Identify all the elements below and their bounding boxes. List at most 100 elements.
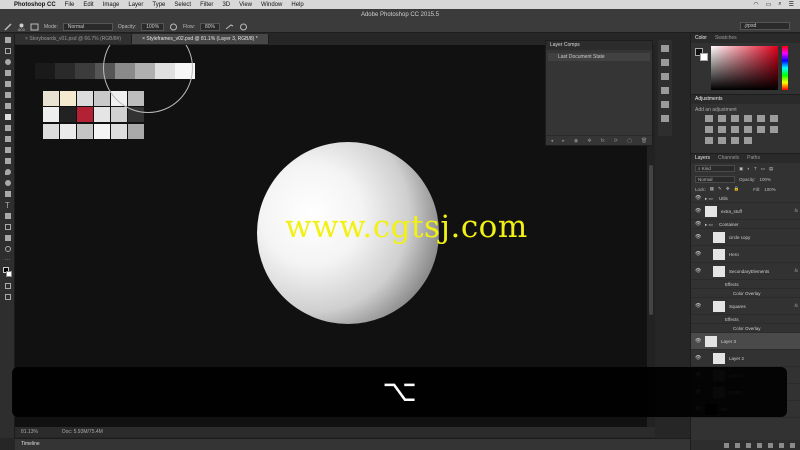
visibility-eye-icon[interactable]: 👁 [695, 221, 701, 227]
zoom-tool-icon[interactable] [2, 244, 13, 254]
zoom-level[interactable]: 81.13% [21, 429, 38, 435]
visibility-eye-icon[interactable]: 👁 [695, 208, 701, 214]
menu-3d[interactable]: 3D [222, 2, 230, 8]
workspace-search[interactable]: .jrpsd [740, 22, 790, 30]
black-white-icon[interactable] [718, 126, 726, 133]
foreground-background-colors[interactable] [2, 266, 13, 280]
lock-position-icon[interactable]: ✥ [726, 186, 730, 192]
levels-icon[interactable] [718, 115, 726, 122]
wifi-icon[interactable]: ◠ [753, 1, 758, 8]
quick-select-tool-icon[interactable] [2, 68, 13, 78]
blend-mode-dropdown[interactable]: Normal [695, 175, 735, 183]
tab-color[interactable]: Color [695, 34, 707, 43]
brush-tool-icon[interactable] [4, 23, 13, 31]
layer-effect[interactable]: Color Overlay [691, 289, 800, 298]
visibility-eye-icon[interactable]: 👁 [695, 195, 701, 201]
new-comp-icon[interactable]: ▢ [627, 138, 632, 144]
filter-smart-icon[interactable]: ▤ [769, 166, 773, 172]
layer-row[interactable]: 👁 Layer 2 [691, 350, 800, 367]
update-visibility-icon[interactable]: ◉ [574, 138, 578, 144]
properties-panel-icon[interactable] [661, 59, 669, 66]
gradient-tool-icon[interactable] [2, 156, 13, 166]
kind-filter-dropdown[interactable]: ⌕ Kind [695, 165, 735, 172]
background-color-swatch[interactable] [700, 53, 708, 61]
layer-row[interactable]: 👁 circle copy [691, 229, 800, 246]
visibility-eye-icon[interactable]: 👁 [695, 268, 701, 274]
flow-field[interactable]: 80% [200, 23, 221, 31]
new-group-icon[interactable] [768, 442, 773, 448]
tab-styleframes[interactable]: × Styleframes_v02.psd @ 81.1% (Layer 3, … [132, 34, 269, 44]
layer-effect[interactable]: Color Overlay [691, 324, 800, 333]
menu-window[interactable]: Window [261, 2, 282, 8]
tab-layers[interactable]: Layers [695, 154, 710, 163]
panel-title[interactable]: Layer Comps [546, 41, 652, 50]
visibility-eye-icon[interactable]: 👁 [695, 251, 701, 257]
prev-comp-icon[interactable]: ◂ [551, 138, 554, 144]
update-position-icon[interactable]: ✥ [587, 138, 591, 144]
dodge-tool-icon[interactable] [2, 178, 13, 188]
hue-slider[interactable] [782, 46, 788, 90]
brightness-icon[interactable] [705, 115, 713, 122]
marquee-tool-icon[interactable] [2, 46, 13, 56]
clone-stamp-tool-icon[interactable] [2, 123, 13, 133]
airbrush-icon[interactable] [225, 23, 234, 31]
eraser-tool-icon[interactable] [2, 145, 13, 155]
brush-panel-icon[interactable] [30, 23, 39, 31]
timeline-panel[interactable]: Timeline [15, 438, 690, 450]
vibrance-icon[interactable] [757, 115, 765, 122]
photo-filter-icon[interactable] [731, 126, 739, 133]
mode-dropdown[interactable]: Normal [62, 23, 113, 31]
menu-layer[interactable]: Layer [128, 2, 143, 8]
layer-row[interactable]: 👁 Squares fx [691, 298, 800, 315]
tab-channels[interactable]: Channels [718, 154, 739, 163]
layer-group[interactable]: 👁 ▸ ▭ Container [691, 220, 800, 229]
eyedropper-tool-icon[interactable] [2, 90, 13, 100]
delete-layer-icon[interactable] [790, 442, 795, 448]
tab-close-icon[interactable]: × [142, 36, 145, 42]
app-name[interactable]: Photoshop CC [14, 2, 56, 8]
menu-file[interactable]: File [65, 2, 75, 8]
timeline-title[interactable]: Timeline [21, 441, 40, 447]
path-selection-tool-icon[interactable] [2, 211, 13, 221]
filter-shape-icon[interactable]: ▭ [761, 166, 765, 172]
visibility-eye-icon[interactable]: 👁 [695, 355, 701, 361]
type-tool-icon[interactable]: T [2, 200, 13, 210]
add-mask-icon[interactable] [746, 442, 751, 448]
link-layers-icon[interactable] [724, 442, 729, 448]
update-style-icon[interactable]: fx [601, 138, 605, 144]
menu-select[interactable]: Select [174, 2, 191, 8]
layer-effect[interactable]: Effects [691, 280, 800, 289]
menu-filter[interactable]: Filter [200, 2, 213, 8]
layer-row[interactable]: 👁 Hero [691, 246, 800, 263]
tab-storyboards[interactable]: × Storyboards_v01.psd @ 66.7% (RGB/8#) [15, 34, 133, 44]
screen-mode-icon[interactable] [2, 292, 13, 302]
new-adjustment-icon[interactable] [757, 442, 762, 448]
lock-all-icon[interactable]: 🔒 [734, 186, 740, 192]
blur-tool-icon[interactable] [2, 167, 13, 177]
menu-image[interactable]: Image [103, 2, 120, 8]
update-comp-icon[interactable]: ⟳ [614, 138, 618, 144]
menu-help[interactable]: Help [291, 2, 303, 8]
channel-mixer-icon[interactable] [744, 126, 752, 133]
shape-tool-icon[interactable] [2, 222, 13, 232]
fill-value[interactable]: 100% [764, 187, 776, 192]
menu-type[interactable]: Type [152, 2, 165, 8]
tab-paths[interactable]: Paths [747, 154, 760, 163]
lock-pixels-icon[interactable]: ✎ [718, 186, 722, 192]
opacity-field[interactable]: 100% [141, 23, 165, 31]
lasso-tool-icon[interactable] [2, 57, 13, 67]
next-comp-icon[interactable]: ▸ [562, 138, 565, 144]
menu-edit[interactable]: Edit [83, 2, 93, 8]
character-panel-icon[interactable] [661, 73, 669, 80]
curves-icon[interactable] [731, 115, 739, 122]
lock-transparency-icon[interactable]: ▦ [710, 186, 714, 192]
brush-panel-icon[interactable] [661, 101, 669, 108]
brush-tool-icon[interactable] [2, 112, 13, 122]
layer-row[interactable]: 👁 Layer 3 [691, 333, 800, 350]
quick-mask-icon[interactable] [2, 281, 13, 291]
adjustments-title[interactable]: Adjustments [695, 95, 723, 104]
color-picker-field[interactable] [711, 46, 778, 90]
layer-fx-icon[interactable]: fx [794, 268, 798, 273]
pressure-opacity-icon[interactable] [169, 23, 178, 31]
paragraph-panel-icon[interactable] [661, 87, 669, 94]
